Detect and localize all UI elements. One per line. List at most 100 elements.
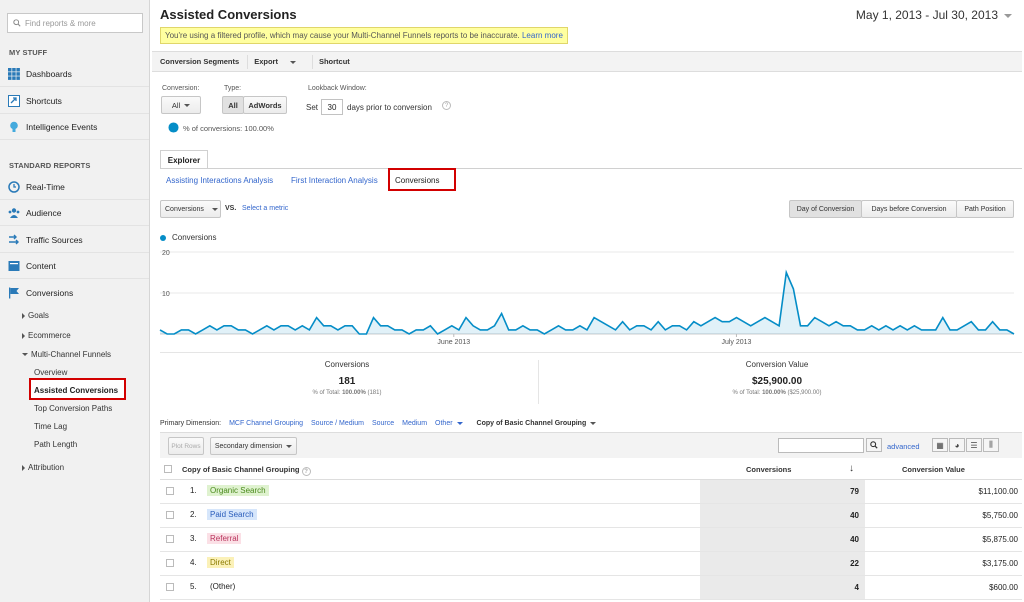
table-row: 2. Paid Search 40 $5,750.00	[160, 504, 1022, 528]
sidebar-item-traffic[interactable]: Traffic Sources	[0, 227, 149, 253]
sidebar-item-label: Shortcuts	[26, 95, 62, 106]
days-before-conversion-button[interactable]: Days before Conversion	[861, 200, 957, 218]
plot-rows-button[interactable]: Plot Rows	[168, 437, 204, 455]
sidebar-item-goals[interactable]: Goals	[22, 311, 49, 320]
sidebar-item-assisted[interactable]: Assisted Conversions	[34, 386, 118, 395]
tab-assisting-interactions[interactable]: Assisting Interactions Analysis	[166, 176, 273, 185]
sidebar-item-shortcuts[interactable]: Shortcuts	[0, 88, 149, 114]
shortcut-button[interactable]: Shortcut	[319, 57, 350, 66]
sidebar-item-time-lag[interactable]: Time Lag	[34, 422, 67, 431]
table-header: Copy of Basic Channel Grouping ? Convers…	[160, 458, 1022, 480]
type-adwords-button[interactable]: AdWords	[243, 96, 287, 114]
lookback-days-input[interactable]: 30	[321, 99, 343, 115]
date-range-picker[interactable]: May 1, 2013 - Jul 30, 2013	[856, 8, 1012, 22]
row-checkbox[interactable]	[166, 583, 174, 591]
export-button[interactable]: Export	[254, 57, 304, 66]
caret-right-icon	[22, 312, 25, 319]
row-checkbox[interactable]	[166, 487, 174, 495]
select-metric-link[interactable]: Select a metric	[242, 205, 288, 212]
conversions-cell: 22	[700, 552, 865, 575]
sidebar: Find reports & more MY STUFF Dashboards …	[0, 0, 150, 602]
standard-reports-heading: STANDARD REPORTS	[9, 161, 91, 170]
sidebar-item-attribution[interactable]: Attribution	[22, 463, 64, 472]
select-all-checkbox[interactable]	[164, 465, 172, 473]
flag-icon	[9, 287, 19, 299]
tab-first-interaction[interactable]: First Interaction Analysis	[291, 176, 378, 185]
summary-label: Conversions	[324, 360, 370, 369]
column-header-conversion-value[interactable]: Conversion Value	[902, 465, 965, 474]
traffic-arrows-icon	[9, 234, 19, 244]
sidebar-item-top-paths[interactable]: Top Conversion Paths	[34, 404, 112, 413]
dimension-copy-selected[interactable]: Copy of Basic Channel Grouping	[477, 420, 597, 427]
search-button[interactable]	[866, 438, 882, 452]
legend-dot	[160, 235, 166, 241]
dimension-source-link[interactable]: Source	[372, 420, 394, 427]
search-input[interactable]: Find reports & more	[7, 13, 143, 33]
sidebar-item-realtime[interactable]: Real-Time	[0, 174, 149, 200]
channel-link[interactable]: Organic Search	[207, 485, 269, 496]
column-header-channel[interactable]: Copy of Basic Channel Grouping ?	[182, 465, 311, 476]
type-all-button[interactable]: All	[222, 96, 244, 114]
column-header-conversions[interactable]: Conversions	[746, 465, 791, 474]
performance-view-icon[interactable]: ☰	[966, 438, 982, 452]
sidebar-item-dashboards[interactable]: Dashboards	[0, 61, 149, 87]
table-row: 1. Organic Search 79 $11,100.00	[160, 480, 1022, 504]
help-icon[interactable]: ?	[301, 467, 311, 476]
dimension-mcf-link[interactable]: MCF Channel Grouping	[229, 420, 303, 427]
tab-divider	[160, 168, 1022, 169]
chevron-down-icon	[184, 103, 191, 107]
secondary-dimension-select[interactable]: Secondary dimension	[210, 437, 297, 455]
channel-link[interactable]: Direct	[207, 557, 234, 568]
conversion-select[interactable]: All	[161, 96, 201, 114]
channel-link[interactable]: (Other)	[207, 581, 238, 592]
channel-link[interactable]: Paid Search	[207, 509, 257, 520]
path-position-button[interactable]: Path Position	[956, 200, 1014, 218]
metric-select[interactable]: Conversions	[160, 200, 221, 218]
clock-icon	[8, 180, 20, 193]
sidebar-item-conversions[interactable]: Conversions	[0, 280, 149, 306]
row-checkbox[interactable]	[166, 535, 174, 543]
sidebar-item-label: Multi-Channel Funnels	[31, 350, 112, 359]
table-row: 5. (Other) 4 $600.00	[160, 576, 1022, 600]
pivot-view-icon[interactable]: ⫼	[983, 438, 999, 452]
sidebar-item-label: Real-Time	[26, 181, 65, 192]
row-checkbox[interactable]	[166, 511, 174, 519]
sidebar-item-path-length[interactable]: Path Length	[34, 440, 77, 449]
sidebar-item-mcf[interactable]: Multi-Channel Funnels	[22, 350, 111, 359]
conversion-value-cell: $5,875.00	[982, 535, 1018, 544]
sidebar-item-audience[interactable]: Audience	[0, 200, 149, 226]
tab-explorer[interactable]: Explorer	[160, 150, 208, 169]
summary-subtext: % of Total: 100.00% ($25,900.00)	[682, 390, 872, 396]
advanced-filter-link[interactable]: advanced	[887, 442, 920, 451]
learn-more-link[interactable]: Learn more	[522, 31, 563, 40]
table-view-icon[interactable]: ▦	[932, 438, 948, 452]
sidebar-item-overview[interactable]: Overview	[34, 368, 67, 377]
sidebar-item-intelligence[interactable]: Intelligence Events	[0, 114, 149, 140]
chevron-down-icon	[286, 444, 293, 448]
vs-label: VS.	[225, 205, 237, 212]
dimension-other-link[interactable]: Other	[435, 420, 463, 427]
summary-sub-prefix: % of Total:	[732, 390, 761, 396]
chevron-down-icon	[456, 422, 463, 425]
summary-conversion-value: Conversion Value $25,900.00 % of Total: …	[682, 360, 872, 396]
summary-sub-percent: 100.00%	[762, 390, 786, 396]
dimension-medium-link[interactable]: Medium	[402, 420, 427, 427]
summary-sub-prefix: % of Total:	[312, 390, 341, 396]
tab-conversions[interactable]: Conversions	[395, 176, 439, 185]
series-line	[159, 269, 1015, 336]
sidebar-item-content[interactable]: Content	[0, 253, 149, 279]
sidebar-item-ecommerce[interactable]: Ecommerce	[22, 331, 71, 340]
help-icon[interactable]: ?	[442, 101, 451, 110]
table-row: 4. Direct 22 $3,175.00	[160, 552, 1022, 576]
dimension-source-medium-link[interactable]: Source / Medium	[311, 420, 364, 427]
day-of-conversion-button[interactable]: Day of Conversion	[789, 200, 862, 218]
people-icon	[8, 207, 20, 218]
conversion-segments-button[interactable]: Conversion Segments	[160, 57, 239, 66]
search-placeholder: Find reports & more	[25, 18, 96, 28]
channel-link[interactable]: Referral	[207, 533, 242, 544]
pie-view-icon[interactable]: ◕	[949, 438, 965, 452]
row-checkbox[interactable]	[166, 559, 174, 567]
sort-arrow-down-icon[interactable]: ↓	[849, 463, 854, 474]
table-search-input[interactable]	[778, 438, 864, 453]
conversions-cell: 79	[700, 480, 865, 503]
